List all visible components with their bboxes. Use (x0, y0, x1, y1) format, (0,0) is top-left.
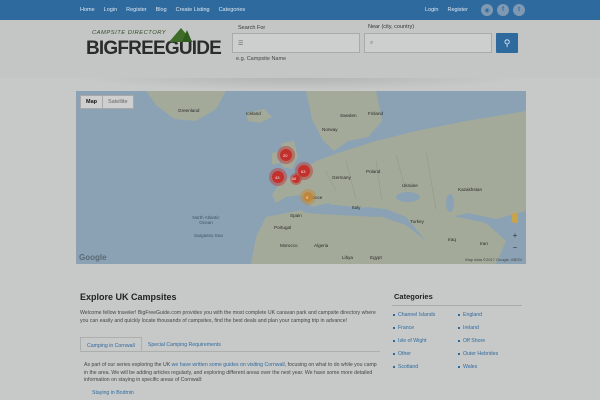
map-tab-map[interactable]: Map (81, 96, 102, 108)
map-label-egypt: Egypt (370, 255, 382, 260)
cluster-marker[interactable]: 43 (275, 175, 279, 180)
search-for-label: Search For (238, 25, 266, 31)
category-england[interactable]: England (457, 312, 522, 325)
map-label-portugal: Portugal (274, 225, 292, 230)
cluster-marker[interactable]: 68 (292, 177, 296, 181)
facebook-icon[interactable]: f (496, 4, 509, 16)
map-label-libya: Libya (342, 255, 353, 260)
map-label-greenland: Greenland (178, 108, 200, 113)
content-tabs: Camping in Cornwall Special Camping Requ… (80, 337, 380, 352)
intro-paragraph: Welcome fellow traveler! BigFreeGuide.co… (80, 310, 376, 324)
main-content: Explore UK Campsites Welcome fellow trav… (76, 264, 388, 400)
nav-create-listing-link[interactable]: Create Listing (176, 7, 210, 13)
search-near-label: Near (city, country) (368, 24, 415, 30)
category-france[interactable]: France (392, 325, 457, 338)
nav-blog-link[interactable]: Blog (156, 7, 167, 13)
zoom-out-button[interactable]: − (510, 243, 520, 253)
map-type-toggle: Map Satellite (80, 95, 134, 109)
tree-icon (182, 30, 192, 42)
street-view-pegman-icon[interactable] (512, 213, 518, 223)
nav-home-link[interactable]: Home (80, 7, 95, 13)
map-canvas (146, 91, 526, 264)
cluster-marker[interactable]: 9 (306, 195, 308, 200)
page-title: Explore UK Campsites (80, 292, 177, 302)
site-logo[interactable]: CAMPSITE DIRECTORY BIGFREEGUIDE (84, 28, 222, 68)
list-item-staying-in-bodmin[interactable]: Staying in Bodmin (92, 390, 134, 396)
search-submit-button[interactable]: ⚲ (496, 33, 518, 53)
map-label-algeria: Algeria (314, 243, 329, 248)
nav-login-link[interactable]: Login (104, 7, 117, 13)
map-label-north-atlantic: North Atlantic Ocean (192, 215, 220, 225)
main-nav: Home Login Register Blog Create Listing … (80, 0, 254, 20)
map-tab-satellite[interactable]: Satellite (102, 96, 133, 108)
map-label-france: France (308, 195, 323, 200)
cornwall-paragraph: As part of our series exploring the UK w… (84, 362, 380, 385)
cluster-marker[interactable]: 63 (301, 169, 305, 174)
category-outer-hebrides[interactable]: Outer Hebrides (457, 351, 522, 364)
zoom-in-button[interactable]: + (510, 231, 520, 241)
account-register-link[interactable]: Register (447, 7, 467, 13)
tab-special-camping-requirements[interactable]: Special Camping Requirements (142, 337, 227, 351)
map-attribution[interactable]: Map data ©2017 Google, INEGI (465, 257, 522, 262)
header-shadow-divider (75, 78, 525, 90)
category-isle-of-wight[interactable]: Isle of Wight (392, 338, 457, 351)
map-label-spain: Spain (290, 213, 302, 218)
category-ireland[interactable]: Ireland (457, 325, 522, 338)
map-label-germany: Germany (332, 175, 351, 180)
category-scotland[interactable]: Scotland (392, 364, 457, 377)
google-logo[interactable]: Google (79, 253, 107, 262)
map-label-sweden: Sweden (340, 113, 357, 118)
map-label-italy: Italy (352, 205, 361, 210)
sidebar-title: Categories (394, 292, 433, 301)
map-label-norway: Norway (322, 127, 338, 132)
map-label-iceland: Iceland (246, 111, 261, 116)
account-nav: Login Register ◉ f t (425, 0, 525, 20)
logo-tagline: CAMPSITE DIRECTORY (92, 30, 167, 36)
account-login-link[interactable]: Login (425, 7, 438, 13)
map-label-iraq: Iraq (448, 237, 456, 242)
paragraph-text: As part of our series exploring the UK (84, 362, 172, 368)
nav-register-link[interactable]: Register (126, 7, 146, 13)
logo-wordmark: BIGFREEGUIDE (86, 38, 222, 59)
cluster-marker[interactable]: 20 (283, 153, 287, 158)
category-wales[interactable]: Wales (457, 364, 522, 377)
category-channel-islands[interactable]: Channel Islands (392, 312, 457, 325)
categories-sidebar: Categories Channel Islands England Franc… (392, 292, 524, 377)
map-label-morocco: Morocco (280, 243, 298, 248)
search-icon: ⚲ (503, 37, 511, 48)
tab-camping-in-cornwall[interactable]: Camping in Cornwall (80, 337, 142, 351)
map-label-poland: Poland (366, 169, 381, 174)
top-navigation-bar: Home Login Register Blog Create Listing … (0, 0, 600, 20)
search-for-input[interactable]: ☰ (232, 33, 360, 53)
map-label-ukraine: Ukraine (402, 183, 418, 188)
map-label-iran: Iran (480, 241, 488, 246)
category-list: Channel Islands England France Ireland I… (392, 312, 524, 377)
cornwall-guides-link[interactable]: we have written some guides on visiting … (172, 362, 285, 368)
map-label-turkey: Turkey (410, 219, 424, 224)
map-label-sargasso-sea: Sargasso Sea (194, 233, 223, 238)
map-label-kazakhstan: Kazakhstan (458, 187, 483, 192)
map-label-finland: Finland (368, 111, 384, 116)
list-icon: ☰ (238, 41, 244, 47)
sidebar-divider (392, 305, 522, 306)
campsite-map[interactable]: Map Satellite Greenland Iceland Sweden F… (76, 91, 526, 264)
category-other[interactable]: Other (392, 351, 457, 364)
twitter-icon[interactable]: t (512, 4, 525, 16)
search-example-hint: e.g. Campsite Name (236, 56, 287, 62)
rss-icon[interactable]: ◉ (480, 4, 493, 16)
category-off-shore[interactable]: Off Shore (457, 338, 522, 351)
nav-categories-link[interactable]: Categories (219, 7, 246, 13)
search-near-input[interactable]: ⌕ (364, 33, 492, 53)
location-icon: ⌕ (370, 40, 374, 46)
